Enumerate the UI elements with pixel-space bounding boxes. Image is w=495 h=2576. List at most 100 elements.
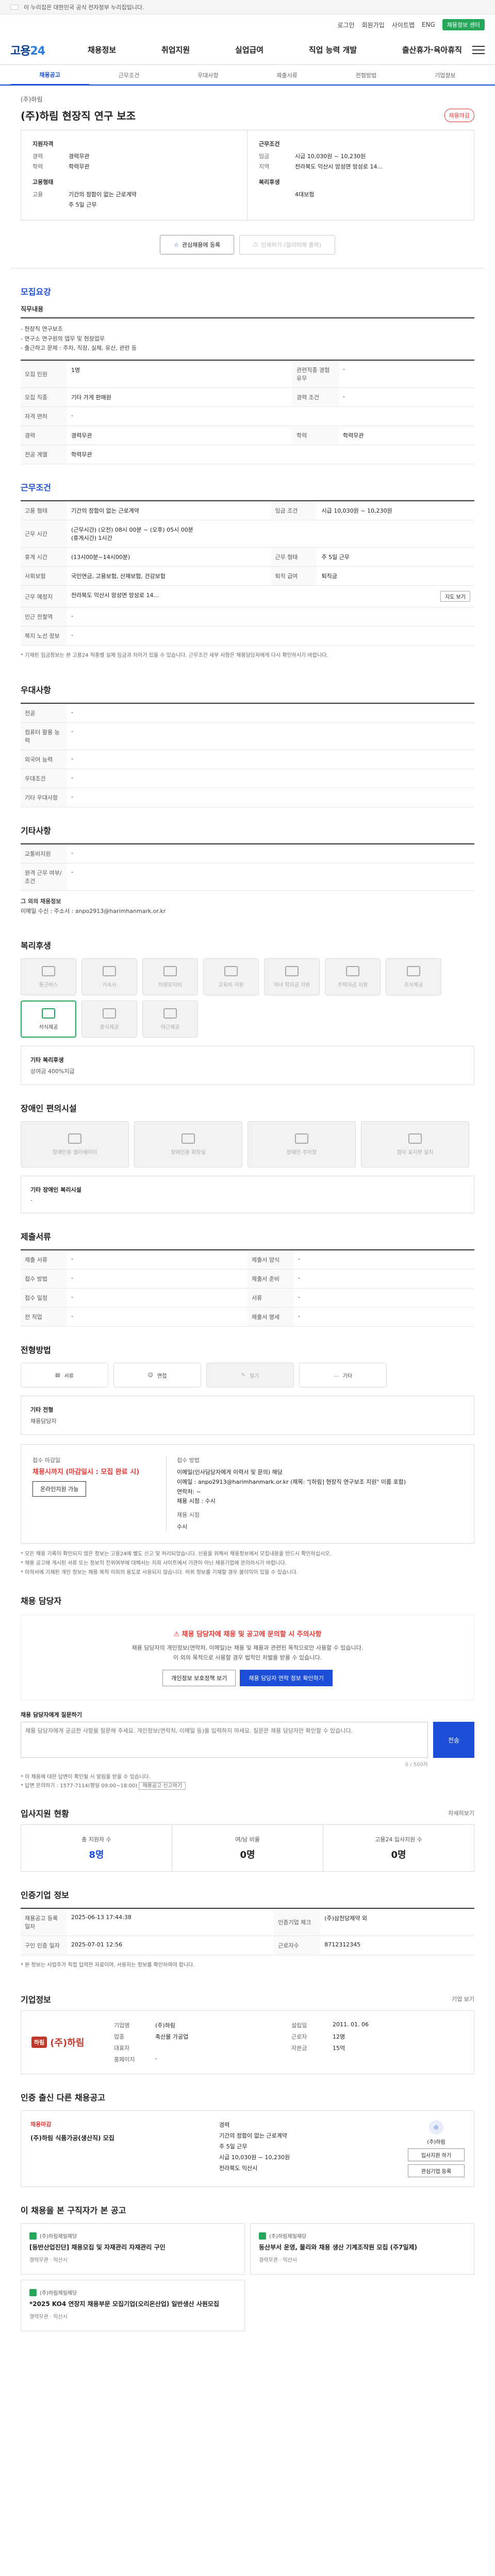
gnb-item-benefit[interactable]: 실업급여 [235,44,263,55]
report-button[interactable]: 채용공고 신고하기 [139,1782,186,1790]
qa-submit-button[interactable]: 전송 [433,1722,474,1758]
other-section: 인증 출신 다른 채용공고 채용마감 (주)하림 식품가공(생산직) 모집 경력… [10,2074,485,2188]
tab-company[interactable]: 기업정보 [406,71,485,84]
site-logo[interactable]: 고용24 [10,42,77,58]
recommend-job-title[interactable]: *2025 KO4 연장지 채용부문 모집기업(오리온산업) 일반생산 사원모집 [29,2299,236,2309]
tab-recruit[interactable]: 채용공고 [10,71,90,86]
login-link[interactable]: 로그인 [337,21,354,29]
inquiry-headline-text: 채용 담당자에 채용 및 공고에 문의할 시 주의사항 [182,1631,322,1639]
online-apply-button[interactable]: 온라인지원 가능 [32,1481,87,1497]
welfare-breakfast: 조식제공 [386,958,441,996]
recommend-job-title[interactable]: [동반산업진단] 채용모집 및 자재관리 자재관리 구인 [29,2243,236,2252]
table-row: 외국어 능력 - [21,750,474,770]
print-icon: ⎙ [253,241,258,248]
stat-label: 총 지원자 수 [81,1836,111,1843]
gnb-item-leave[interactable]: 출산휴가·육아휴직 [402,44,462,55]
stat-value: 8명 [89,1850,104,1861]
apply-card: 접수 마감일 채용시까지 (마감일시 : 모집 완료 시) 온라인지원 가능 접… [21,1444,474,1544]
summary-emp-title: 고용형태 [32,179,54,185]
other-job-meta-item: 주 5일 근무 [219,2143,248,2150]
sitemap-link[interactable]: 사이트맵 [392,21,415,29]
apply-notes: * 모든 채용 기록이 확인되지 않은 정보는 고용24에 별도 신고 및 처리… [21,1550,474,1578]
center-button[interactable]: 채용정보 센터 [442,19,485,30]
table-value: - [294,1288,474,1308]
privacy-policy-button[interactable]: 개인정보 보호정책 보기 [162,1670,236,1687]
table-key: 기타 우대사항 [21,788,67,808]
map-button[interactable]: 지도 보기 [440,591,470,602]
table-key: 관련직종 경험 유무 [292,360,339,388]
table-row: 우대조건 - [21,769,474,789]
gnb-item-jobs[interactable]: 채용정보 [88,44,116,55]
table-key: 자격 면허 [21,406,67,427]
table-key: 근무 예정지 [21,585,67,608]
stat-label: 고용24 입사지원 수 [375,1836,422,1843]
other-job-meta-item: 전라북도 익산시 [219,2164,258,2172]
method-label: 기타 [342,1373,353,1379]
etc-title: 기타사항 [21,826,51,836]
action-row: ☆ 관심채용에 등록 ⎙ 인쇄하기 (알리미에 출력) [10,221,485,268]
recommend-meta: 경력무관 · 익산시 [29,2314,68,2320]
recommend-card[interactable]: (주)하림제일제당 동산부서 운영, 물리와 채용 생산 기계조작원 모집 (주… [250,2223,474,2275]
company-value: 축산물 가공업 [155,2033,189,2041]
table-value: 주 5일 근무 [317,547,474,567]
table-value: (13시00분~14시00분) [67,547,271,567]
stats-more-link[interactable]: 자세히보기 [448,1809,474,1817]
stat-goyong: 고용24 입사지원 수 0명 [323,1825,474,1871]
table-row: 전 직업 - 제출서 명세 - [21,1307,474,1327]
tab-docs[interactable]: 제출서류 [248,71,326,84]
other-job-title[interactable]: (주)하림 식품가공(생산직) 모집 [30,2133,209,2142]
star-icon: ☆ [174,241,179,248]
bus-icon [42,965,55,976]
scrap-button[interactable]: ☆ 관심채용에 등록 [160,235,235,255]
recommend-card[interactable]: (주)하림제일제당 *2025 KO4 연장지 채용부문 모집기업(오리온산업)… [21,2280,245,2332]
table-value: - [67,769,474,789]
summary-value: 전라북도 익산시 망성면 망성로 14... [295,163,383,170]
stat-value: 0명 [391,1850,406,1861]
print-button[interactable]: ⎙ 인쇄하기 (알리미에 출력) [239,235,335,255]
method-heading: 접수 방법 [177,1457,200,1464]
warning-icon: ⚠ [173,1631,182,1639]
company-more-link[interactable]: 기업 보기 [452,1995,474,2003]
welfare-label: 기숙사 [102,982,117,988]
recommend-card[interactable]: (주)하림제일제당 [동반산업진단] 채용모집 및 자재관리 자재관리 구인 경… [21,2223,245,2275]
meal-icon [103,1008,116,1019]
disability-label: 장애인용 엘리베이터 [53,1149,97,1156]
table-value: 국민연금, 고용보험, 산재보험, 건강보험 [67,566,271,586]
welfare-dinner: 석식제공 [21,1001,76,1038]
work-title: 근무조건 [21,483,51,493]
lang-link[interactable]: ENG [422,21,435,28]
recommend-company: (주)하림제일제당 [40,2234,77,2240]
table-row: 인근 전철역 - [21,607,474,627]
gov-notice: 이 누리집은 대한민국 공식 전자정부 누리집입니다. [24,4,144,11]
join-link[interactable]: 회원가입 [362,21,385,29]
other-apply-button[interactable]: 입사지원 하기 [408,2148,465,2162]
gnb-item-support[interactable]: 취업지원 [161,44,190,55]
company-section: 기업정보 기업 보기 하림 (주)하림 기업명 (주)하림 설립일 2011. 01. … [10,1976,485,2075]
table-row: 모집 직종 기타 가게 판매원 경력 조건 - [21,387,474,408]
gnb-item-training[interactable]: 직업 능력 개발 [309,44,357,55]
tab-work[interactable]: 근무조건 [89,71,168,84]
inquiry-section: 채용 담당자 ⚠ 채용 담당자에 채용 및 공고에 문의할 시 주의사항 채용 … [10,1578,485,1790]
welfare-title: 복리후생 [21,941,51,951]
scrap-label: 관심채용에 등록 [182,242,221,248]
contact-info-button[interactable]: 채용 담당자 연락 정보 확인하기 [240,1670,333,1687]
tab-pref[interactable]: 우대사항 [169,71,248,84]
tab-apply[interactable]: 전형방법 [326,71,405,84]
menu-icon[interactable] [472,45,485,54]
table-key: 채용공고 등록일자 [21,1908,67,1937]
table-row: 구인 인증 일자 2025-07-01 12:56 근로자수 8712312345 [21,1936,474,1956]
table-key: 교통비지원 [21,844,67,864]
stats-section: 입사지원 현황 자세히보기 총 지원자 수 8명 여/남 비율 0명 고용24 입사… [10,1790,485,1872]
apply-title: 전형방법 [21,1345,51,1355]
table-value: 기타 가게 판매원 [67,387,292,408]
qa-label: 채용 담당자에게 질문하기 [21,1711,82,1719]
other-job-card[interactable]: 채용마감 (주)하림 식품가공(생산직) 모집 경력 기간의 정함이 없는 근로… [21,2110,474,2188]
other-follow-button[interactable]: 관심기업 등록 [408,2164,465,2178]
table-value: 퇴직금 [317,566,474,586]
recommend-job-title[interactable]: 동산부서 운영, 물리와 채용 생산 기계조작원 모집 (주7일제) [259,2243,466,2252]
qa-textarea[interactable] [21,1722,428,1758]
table-row: 사회보험 국민연금, 고용보험, 산재보험, 건강보험 퇴직 급여 퇴직금 [21,566,474,586]
table-value: 1명 [67,360,292,388]
table-value: - [67,788,474,808]
reply-note-text: * 답변 문의하기 : 1577-7114(평일 09:00~18:00) [21,1783,138,1789]
